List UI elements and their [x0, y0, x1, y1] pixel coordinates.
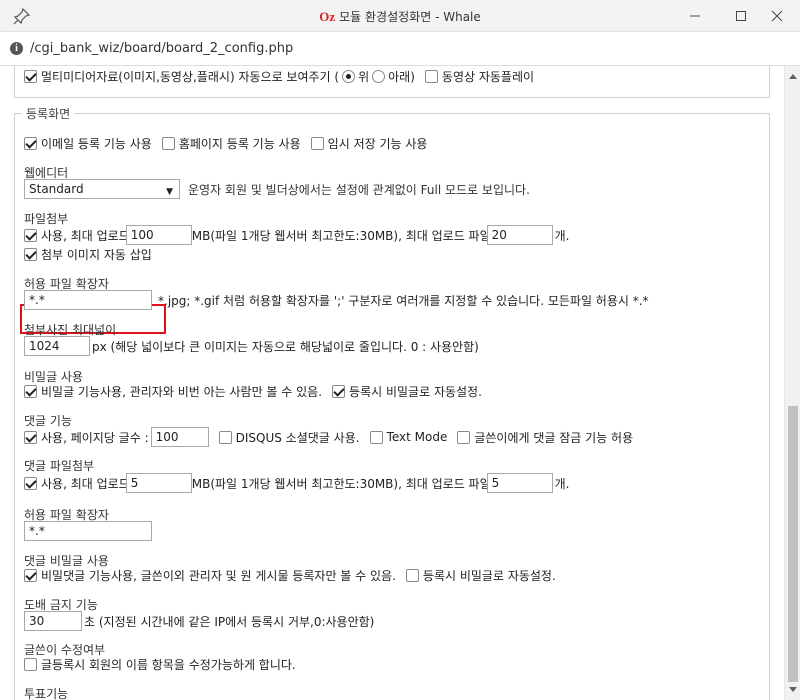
scrollbar-thumb[interactable] — [788, 406, 798, 682]
scroll-up-icon[interactable] — [785, 68, 800, 84]
vote-title: 투표기능 — [24, 687, 69, 700]
close-button[interactable] — [754, 0, 800, 32]
tempsave-label: 임시 저장 기능 사용 — [327, 137, 428, 151]
comment-secret-checkbox[interactable] — [24, 569, 37, 582]
multimedia-checkbox[interactable] — [24, 70, 37, 83]
multimedia-label: 멀티미디어자료(이미지,동영상,플래시) 자동으로 보여주기 ( — [41, 70, 340, 84]
attach-row: 사용, 최대 업로드 100 MB(파일 1개당 웹서버 최고한도:30MB),… — [24, 225, 570, 245]
comment-secret-use-label: 비밀댓글 기능사용, 글쓴이외 관리자 및 원 게시물 등록자만 볼 수 있음. — [41, 569, 396, 583]
textmode-checkbox[interactable] — [369, 430, 383, 444]
autoplay-label: 동영상 자동플레이 — [441, 70, 535, 84]
email-checkbox[interactable] — [24, 137, 37, 150]
multimedia-row: 멀티미디어자료(이미지,동영상,플래시) 자동으로 보여주기 ( 위 아래) 동… — [24, 68, 534, 85]
comment-per-page-input[interactable]: 100 — [150, 427, 209, 447]
author-edit-label: 글등록시 회원의 이름 항목을 수정가능하게 합니다. — [41, 658, 296, 672]
comment-lock-label: 글쓴이에게 댓글 잠금 기능 허용 — [474, 430, 634, 445]
secret-row: 비밀글 기능사용, 관리자와 비번 아는 사람만 볼 수 있음. 등록시 비밀글… — [24, 383, 482, 400]
comment-row: 사용, 페이지당 글수 : 100 DISQUS 소셜댓글 사용. Text M… — [24, 427, 633, 447]
attach-use-label: 사용, 최대 업로드 — [41, 228, 130, 243]
comment-secret-auto-checkbox[interactable] — [405, 569, 419, 582]
secret-auto-label: 등록시 비밀글로 자동설정. — [349, 385, 482, 399]
comment-attach-title: 댓글 파일첨부 — [24, 459, 95, 473]
editor-select-value: Standard — [29, 182, 84, 196]
comment-attach-use-label: 사용, 최대 업로드 — [41, 476, 130, 491]
autoplay-checkbox[interactable] — [424, 70, 438, 83]
flood-note: 초 (지정된 시간내에 같은 IP에서 등록시 거부,0:사용안함) — [84, 614, 375, 629]
disqus-label: DISQUS 소셜댓글 사용. — [235, 430, 360, 445]
homepage-checkbox[interactable] — [161, 137, 175, 150]
auto-insert-label: 첨부 이미지 자동 삽입 — [41, 248, 152, 262]
max-width-row: 1024 px (해당 넓이보다 큰 이미지는 자동으로 해당넓이로 줄입니다.… — [24, 336, 479, 356]
dropdown-arrow-icon: ▼ — [166, 187, 173, 197]
window-title-text: 모듈 환경설정화면 - Whale — [339, 10, 481, 24]
secret-auto-checkbox[interactable] — [332, 385, 346, 398]
page-content: 멀티미디어자료(이미지,동영상,플래시) 자동으로 보여주기 ( 위 아래) 동… — [0, 66, 784, 700]
comment-ext-row: *.* — [24, 521, 152, 541]
url-text[interactable]: /cgi_bank_wiz/board/board_2_config.php — [30, 41, 293, 56]
attach-count-suffix: 개. — [554, 228, 570, 243]
comment-attach-checkbox[interactable] — [24, 476, 37, 490]
max-width-note: px (해당 넓이보다 큰 이미지는 자동으로 해당넓이로 줄입니다. 0 : … — [92, 339, 479, 354]
secret-checkbox[interactable] — [24, 385, 37, 398]
homepage-label: 홈페이지 등록 기능 사용 — [178, 137, 301, 151]
info-icon[interactable]: i — [10, 42, 23, 55]
comment-attach-size-input[interactable]: 5 — [125, 473, 192, 493]
attach-count-input[interactable]: 20 — [486, 225, 553, 245]
comment-attach-row: 사용, 최대 업로드 5 MB(파일 1개당 웹서버 최고한도:30MB), 최… — [24, 473, 570, 493]
secret-use-label: 비밀글 기능사용, 관리자와 비번 아는 사람만 볼 수 있음. — [41, 385, 323, 399]
allowed-ext-row: *.* *.jpg; *.gif 처럼 허용할 확장자를 ';' 구분자로 여러… — [24, 290, 649, 310]
comment-secret-row: 비밀댓글 기능사용, 글쓴이외 관리자 및 원 게시물 등록자만 볼 수 있음.… — [24, 567, 556, 584]
minimize-button[interactable] — [672, 0, 718, 32]
allowed-ext-input[interactable]: *.* — [24, 290, 152, 310]
features-row: 이메일 등록 기능 사용 홈페이지 등록 기능 사용 임시 저장 기능 사용 — [24, 135, 427, 152]
comment-checkbox[interactable] — [24, 430, 37, 444]
editor-select[interactable]: Standard ▼ — [24, 179, 180, 199]
auto-insert-checkbox[interactable] — [24, 248, 37, 261]
attach-size-input[interactable]: 100 — [125, 225, 192, 245]
brand-logo: Oz — [319, 9, 336, 24]
author-edit-checkbox[interactable] — [24, 658, 37, 671]
disqus-checkbox[interactable] — [218, 430, 232, 444]
email-label: 이메일 등록 기능 사용 — [41, 137, 152, 151]
author-edit-row: 글등록시 회원의 이름 항목을 수정가능하게 합니다. — [24, 656, 296, 673]
attach-size-note: MB(파일 1개당 웹서버 최고한도:30MB), 최대 업로드 파일 — [191, 228, 491, 243]
comment-secret-auto-label: 등록시 비밀글로 자동설정. — [422, 569, 556, 583]
address-bar[interactable]: i /cgi_bank_wiz/board/board_2_config.php — [0, 32, 800, 66]
attach-checkbox[interactable] — [24, 228, 37, 242]
register-legend: 등록화면 — [22, 105, 75, 122]
flood-row: 30 초 (지정된 시간내에 같은 IP에서 등록시 거부,0:사용안함) — [24, 611, 374, 631]
comment-ext-input[interactable]: *.* — [24, 521, 152, 541]
comment-lock-checkbox[interactable] — [457, 430, 471, 444]
comment-attach-count-input[interactable]: 5 — [486, 473, 553, 493]
comment-use-label: 사용, 페이지당 글수 : — [41, 430, 149, 445]
position-top-radio[interactable] — [342, 70, 356, 83]
position-bottom-radio[interactable] — [372, 70, 386, 83]
auto-insert-row: 첨부 이미지 자동 삽입 — [24, 246, 152, 263]
allowed-ext-note: *.jpg; *.gif 처럼 허용할 확장자를 ';' 구분자로 여러개를 지… — [158, 293, 649, 308]
position-top-label: 위 — [358, 70, 370, 84]
max-width-input[interactable]: 1024 — [24, 336, 90, 356]
scroll-down-icon[interactable] — [785, 682, 800, 698]
editor-note: 운영자 회원 및 빌더상에서는 설정에 관계없이 Full 모드로 보입니다. — [188, 183, 530, 197]
comment-attach-count-suffix: 개. — [554, 476, 570, 491]
vertical-scrollbar[interactable] — [784, 66, 800, 700]
position-bottom-label: 아래) — [388, 70, 415, 84]
flood-input[interactable]: 30 — [24, 611, 82, 631]
tempsave-checkbox[interactable] — [310, 137, 324, 150]
textmode-label: Text Mode — [386, 430, 448, 444]
comment-attach-size-note: MB(파일 1개당 웹서버 최고한도:30MB), 최대 업로드 파일 — [191, 476, 491, 491]
window-titlebar: Oz 모듈 환경설정화면 - Whale — [0, 0, 800, 32]
